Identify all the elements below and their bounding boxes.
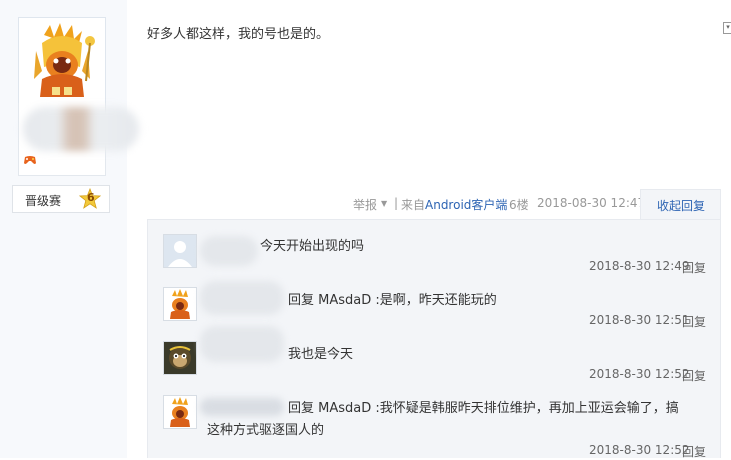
source-prefix: 来自 (401, 198, 426, 212)
report-link[interactable]: 举报 (353, 196, 377, 213)
reply-text: 今天开始出现的吗 (260, 239, 365, 254)
report-dropdown-icon[interactable]: ▼ (381, 199, 387, 208)
reply-username-redacted[interactable] (200, 398, 284, 416)
game-controller-icon (24, 156, 36, 164)
golden-warrior-avatar-icon (22, 21, 102, 101)
monkey-icon (164, 342, 196, 374)
reply-button[interactable]: 回复 (682, 443, 706, 460)
golden-warrior-icon (164, 288, 196, 320)
post-timestamp: 2018-08-30 12:47 (537, 196, 646, 210)
floor-number: 6楼 (509, 198, 529, 212)
reply-button[interactable]: 回复 (682, 259, 706, 276)
rank-level: 6 (87, 191, 95, 204)
reply-button[interactable]: 回复 (682, 313, 706, 330)
client-link[interactable]: Android客户端 (425, 196, 507, 213)
rank-label: 晋级赛 (25, 194, 62, 208)
author-name-redacted[interactable] (23, 107, 139, 151)
reply-username-redacted[interactable] (200, 281, 284, 315)
collapse-toggle-icon[interactable]: ▾ (723, 22, 731, 34)
reply-button[interactable]: 回复 (682, 367, 706, 384)
reply-text: 我也是今天 (288, 347, 354, 362)
reply-text-line1: 回复 MAsdaD :我怀疑是韩服昨天排位维护，再加上亚运会输了，搞 (288, 401, 679, 416)
reply-text: 回复 MAsdaD :是啊，昨天还能玩的 (288, 293, 497, 308)
meta-separator: | (394, 196, 399, 210)
golden-warrior-avatar[interactable] (163, 287, 197, 321)
default-user-icon (164, 235, 196, 267)
reply-timestamp: 2018-8-30 12:52 (589, 367, 690, 381)
collapse-replies-label: 收起回复 (657, 199, 706, 213)
golden-warrior-avatar[interactable] (163, 395, 197, 429)
author-sidebar: 晋级赛 6 (0, 0, 139, 458)
reply-text-line2: 这种方式驱逐国人的 (207, 423, 325, 438)
author-avatar[interactable] (18, 17, 106, 105)
reply-username-redacted[interactable] (200, 326, 284, 362)
golden-warrior-icon (164, 396, 196, 428)
author-name-card (18, 103, 139, 176)
reply-timestamp: 2018-8-30 12:52 (589, 443, 690, 457)
default-user-avatar[interactable] (163, 234, 197, 268)
rank-badge[interactable]: 晋级赛 6 (12, 185, 110, 213)
reply-username-redacted[interactable] (200, 236, 258, 266)
post-content: 好多人都这样，我的号也是的。 (147, 27, 330, 42)
monkey-avatar[interactable] (163, 341, 197, 375)
collapse-replies-button[interactable]: 收起回复 (640, 189, 721, 220)
reply-timestamp: 2018-8-30 12:49 (589, 259, 690, 273)
reply-timestamp: 2018-8-30 12:51 (589, 313, 690, 327)
